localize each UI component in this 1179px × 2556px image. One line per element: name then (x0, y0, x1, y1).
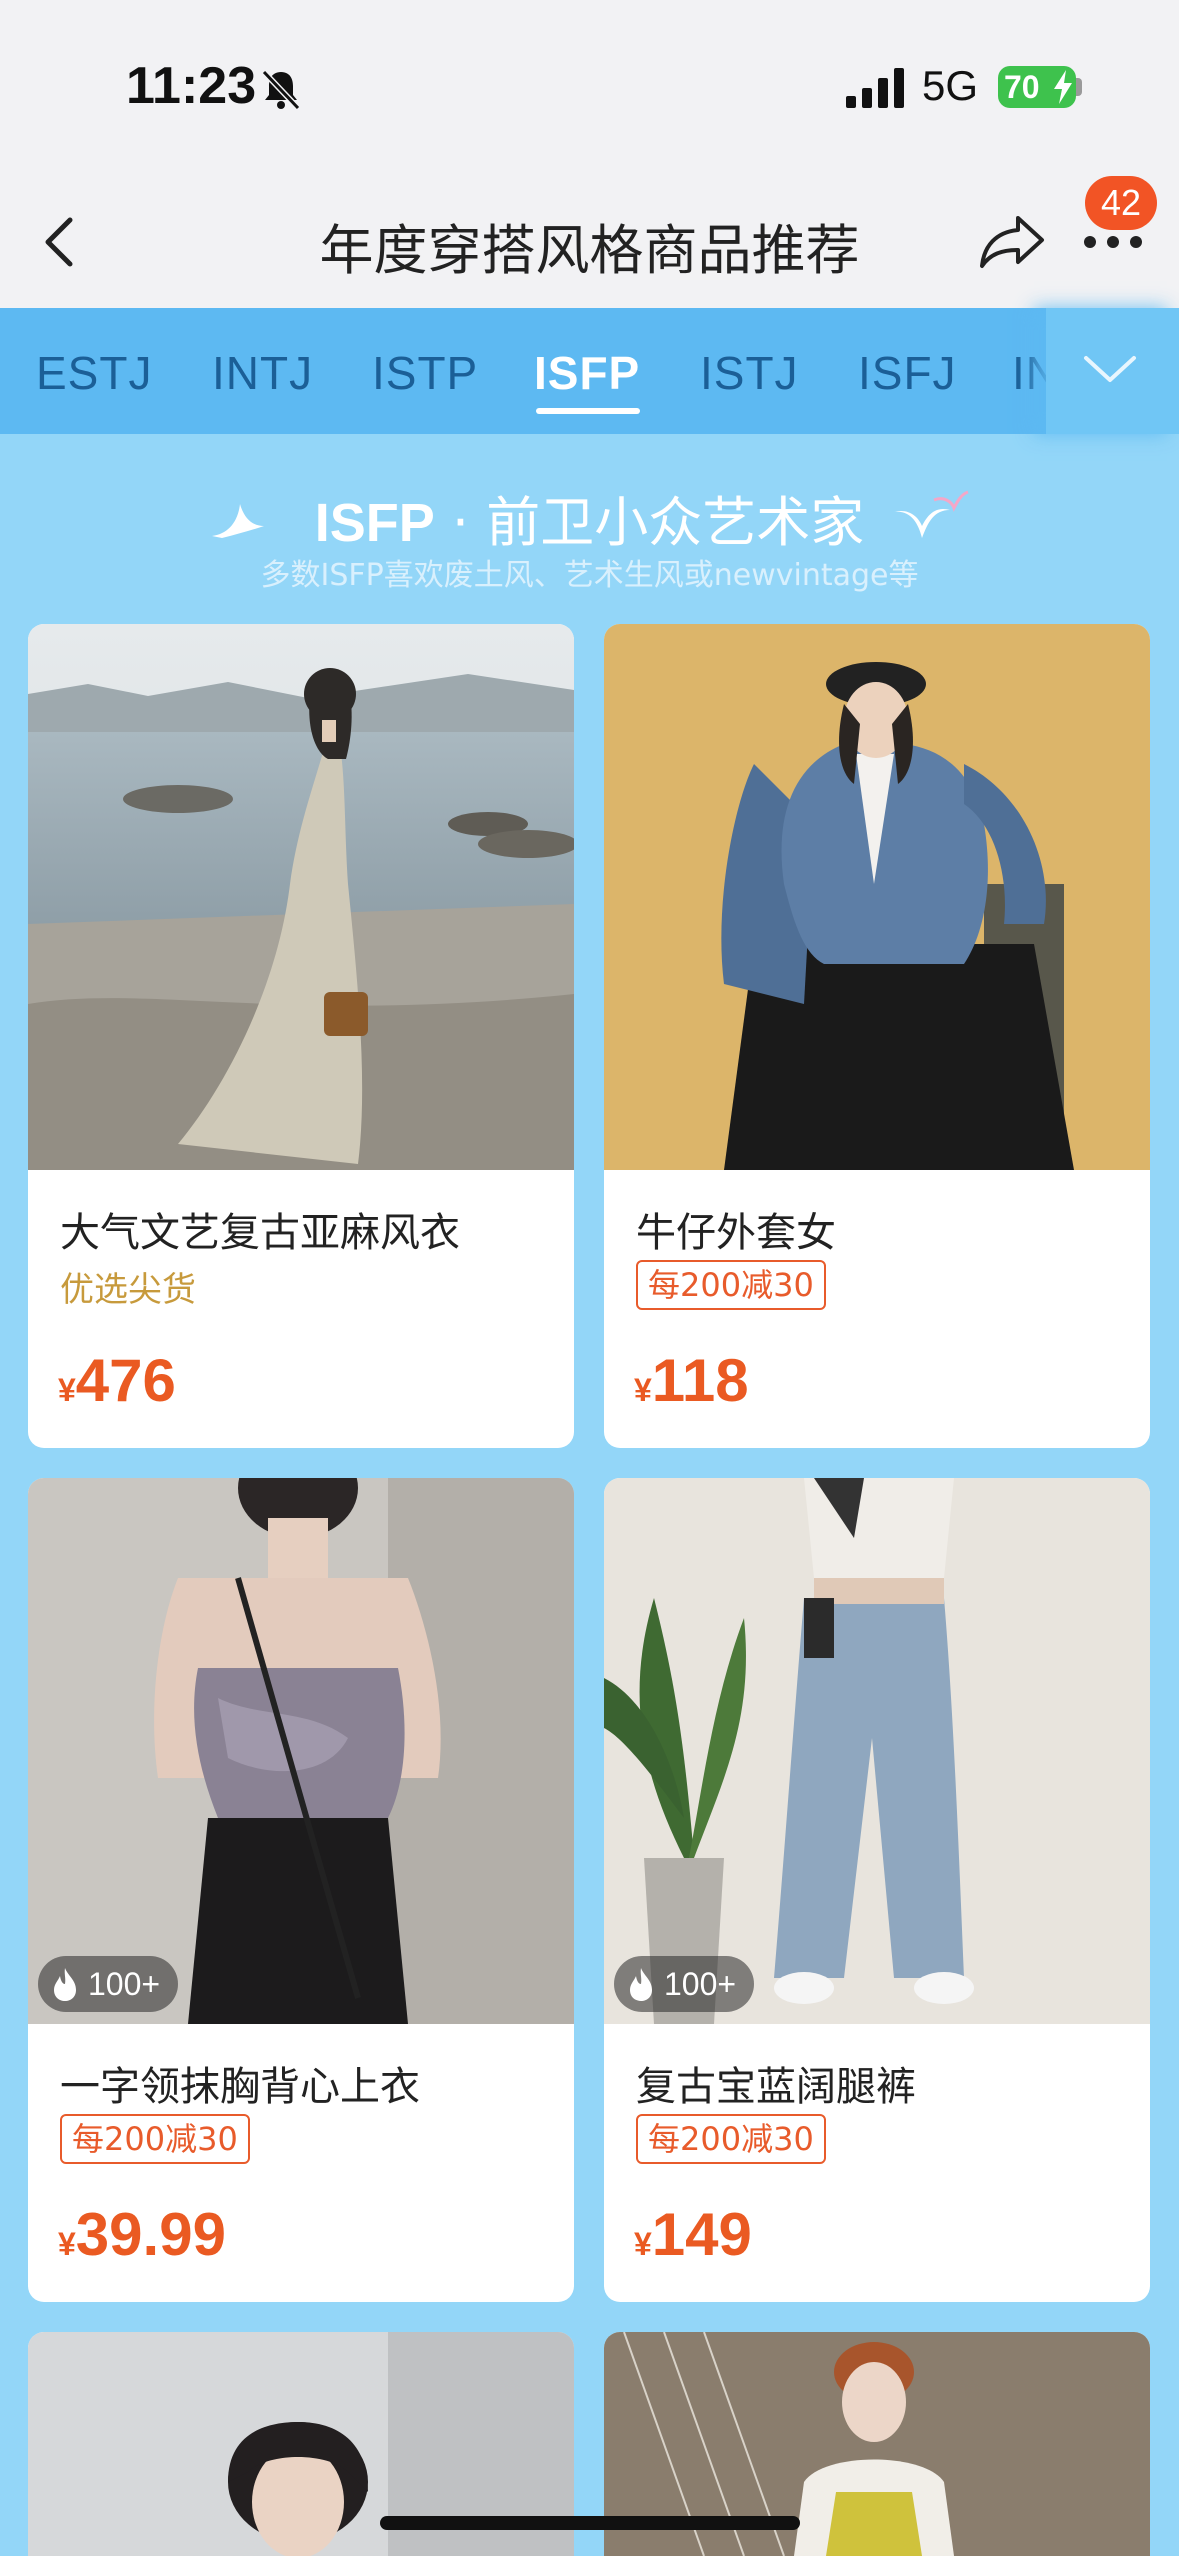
status-time: 11:23 (126, 57, 257, 115)
popularity-badge: 100+ (614, 1956, 755, 2012)
price-amount: 118 (651, 1347, 749, 1414)
product-image (604, 624, 1150, 1170)
network-type: 5G (922, 62, 979, 109)
currency-symbol: ¥ (634, 2226, 652, 2262)
fire-icon (54, 1968, 76, 2001)
birds-icon (894, 490, 969, 538)
active-tab-indicator (536, 408, 640, 414)
banner-title: ISFP · 前卫小众艺术家 (0, 478, 1179, 557)
popularity-count: 100+ (88, 1965, 161, 2002)
bell-off-icon (261, 69, 301, 111)
charging-icon (1054, 70, 1072, 104)
product-card[interactable]: 100+ 复古宝蓝阔腿裤 每200减30 ¥149 (604, 1478, 1150, 2302)
banner-mbti: ISFP (314, 493, 435, 553)
product-price: ¥39.99 (58, 2200, 226, 2269)
price-amount: 476 (75, 1347, 176, 1414)
tab-isfj[interactable]: ISFJ (858, 346, 957, 400)
product-image (28, 1478, 574, 2024)
banner-separator: · (451, 491, 470, 554)
currency-symbol: ¥ (634, 1372, 652, 1408)
product-card[interactable]: 牛仔外套女 每200减30 ¥118 (604, 624, 1150, 1448)
coupon-badge: 每200减30 (636, 1260, 826, 1310)
price-amount: 39.99 (75, 2201, 226, 2268)
product-name: 复古宝蓝阔腿裤 (636, 2064, 916, 2110)
home-indicator[interactable] (380, 2516, 800, 2530)
tab-istj[interactable]: ISTJ (700, 346, 799, 400)
more-icon[interactable] (1082, 230, 1144, 254)
signal-icon (846, 68, 904, 108)
banner-persona: 前卫小众艺术家 (486, 491, 865, 554)
tab-isfp[interactable]: ISFP (534, 346, 640, 400)
product-card[interactable]: 100+ 一字领抹胸背心上衣 每200减30 ¥39.99 (28, 1478, 574, 2302)
coupon-badge: 每200减30 (60, 2114, 250, 2164)
product-price: ¥118 (634, 1346, 749, 1415)
tab-istp[interactable]: ISTP (372, 346, 478, 400)
product-name: 一字领抹胸背心上衣 (60, 2064, 420, 2110)
banner-subtitle: 多数ISFP喜欢废土风、艺术生风或newvintage等 (260, 558, 919, 593)
product-image (604, 1478, 1150, 2024)
battery-cap (1076, 78, 1082, 96)
product-price: ¥476 (58, 1346, 176, 1415)
tab-intj[interactable]: INTJ (212, 346, 313, 400)
message-badge: 42 (1085, 176, 1157, 230)
tab-estj[interactable]: ESTJ (36, 346, 152, 400)
battery-level: 70 (1004, 68, 1040, 105)
popularity-count: 100+ (664, 1965, 737, 2002)
product-card[interactable]: 大气文艺复古亚麻风衣 优选尖货 ¥476 (28, 624, 574, 1448)
popularity-badge: 100+ (38, 1956, 179, 2012)
product-price: ¥149 (634, 2200, 752, 2269)
fire-icon (630, 1968, 652, 2001)
product-image (28, 624, 574, 1170)
product-name: 牛仔外套女 (636, 1210, 836, 1256)
share-icon[interactable] (978, 212, 1046, 272)
coupon-badge: 每200减30 (636, 2114, 826, 2164)
product-tag: 优选尖货 (60, 1270, 196, 1310)
expand-tabs-button[interactable] (1046, 308, 1179, 434)
chevron-down-icon (1084, 356, 1136, 382)
mbti-tab-bar: ESTJ INTJ ISTP ISFP ISTJ ISFJ IN (0, 308, 1179, 434)
currency-symbol: ¥ (58, 2226, 76, 2262)
currency-symbol: ¥ (58, 1372, 76, 1408)
product-name: 大气文艺复古亚麻风衣 (60, 1210, 460, 1256)
price-amount: 149 (651, 2201, 752, 2268)
